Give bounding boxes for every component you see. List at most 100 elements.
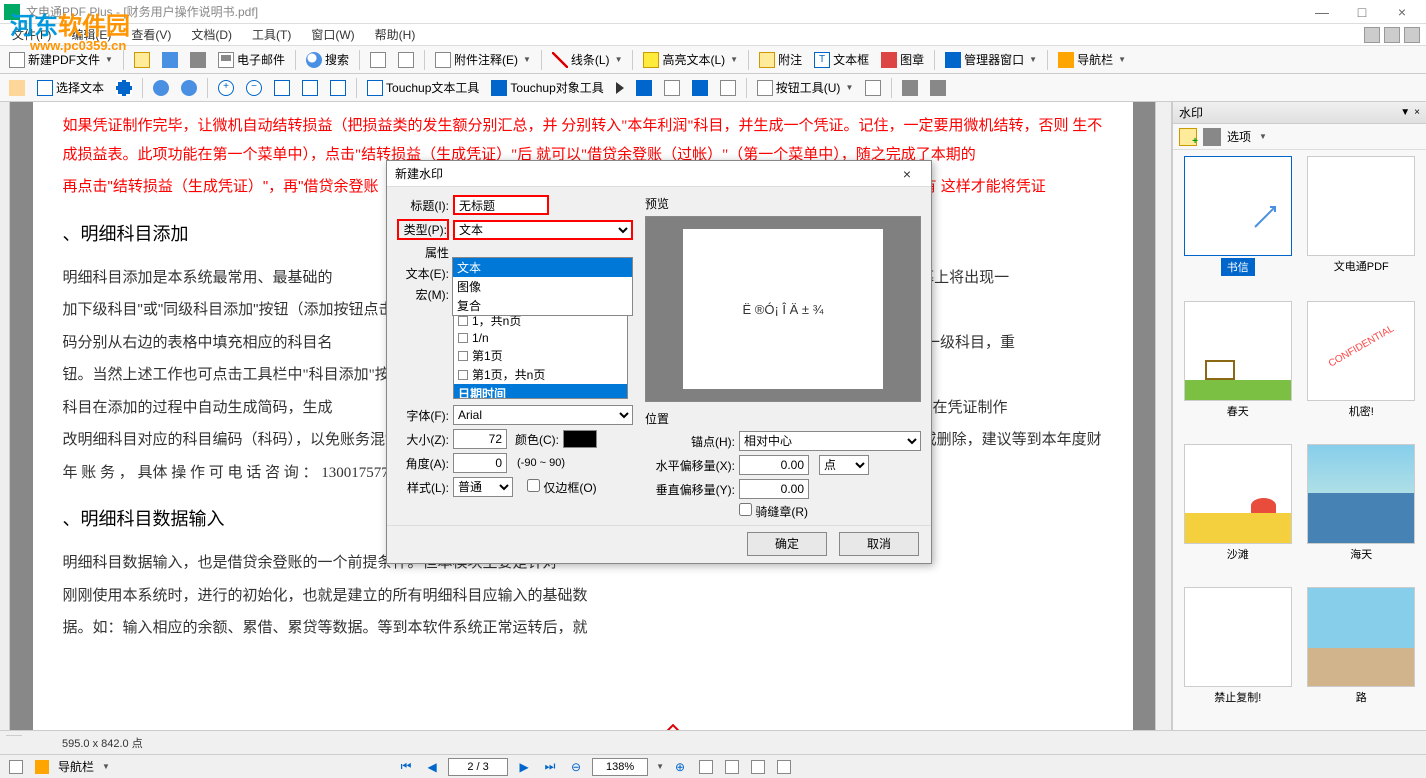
ok-button[interactable]: 确定 <box>747 532 827 556</box>
zoom-in[interactable] <box>213 76 239 100</box>
pin-icon[interactable]: ▼ <box>1400 107 1410 118</box>
touchup-object-tool[interactable]: Touchup对象工具 <box>486 76 608 100</box>
minimize-button[interactable]: — <box>1302 1 1342 23</box>
link-tool[interactable] <box>687 76 713 100</box>
fit-width[interactable] <box>325 76 351 100</box>
email-button[interactable]: 电子邮件 <box>213 48 290 72</box>
watermark-item[interactable]: 文电通PDF <box>1303 156 1421 295</box>
outline-checkbox-label[interactable]: 仅边框(O) <box>527 479 597 496</box>
pointer-tool[interactable] <box>611 76 629 100</box>
menu-help[interactable]: 帮助(H) <box>367 24 424 45</box>
font-select[interactable]: Arial <box>453 405 633 425</box>
options-label[interactable]: 选项 <box>1227 128 1251 145</box>
saddle-checkbox[interactable] <box>739 503 752 516</box>
hoffset-unit[interactable]: 点 <box>819 455 869 475</box>
cancel-button[interactable]: 取消 <box>839 532 919 556</box>
watermark-item[interactable]: 书信 <box>1179 156 1297 295</box>
print-button[interactable] <box>185 48 211 72</box>
close-button[interactable]: × <box>1382 1 1422 23</box>
first-page-button[interactable]: ⏮ <box>396 757 416 777</box>
menu-window[interactable]: 窗口(W) <box>303 24 362 45</box>
nav-button[interactable] <box>32 757 52 777</box>
watermark-item[interactable]: CONFIDENTIAL机密! <box>1303 301 1421 438</box>
maximize-button[interactable]: □ <box>1342 1 1382 23</box>
mdi-close-icon[interactable] <box>1404 27 1420 43</box>
outline-checkbox[interactable] <box>527 479 540 492</box>
saddle-checkbox-label[interactable]: 骑缝章(R) <box>739 503 808 520</box>
watermark-item[interactable]: 春天 <box>1179 301 1297 438</box>
save-button[interactable] <box>157 48 183 72</box>
anchor-select[interactable]: 相对中心 <box>739 431 921 451</box>
nav-panel-toggle[interactable] <box>6 757 26 777</box>
mdi-restore-icon[interactable] <box>1384 27 1400 43</box>
vertical-scrollbar[interactable] <box>1155 102 1171 730</box>
navbar-button[interactable]: 导航栏▼ <box>1053 48 1131 72</box>
hand-tool[interactable] <box>4 76 30 100</box>
watermark-item[interactable]: 沙滩 <box>1179 444 1297 581</box>
panel-window-button[interactable]: 管理器窗口▼ <box>940 48 1042 72</box>
title-input[interactable] <box>453 195 549 215</box>
dialog-titlebar[interactable]: 新建水印 × <box>387 161 931 187</box>
open-button[interactable] <box>129 48 155 72</box>
hoffset-input[interactable] <box>739 455 809 475</box>
form-tool[interactable] <box>860 76 886 100</box>
wrench-icon[interactable] <box>1203 128 1221 146</box>
stamp-button[interactable]: 图章 <box>876 48 929 72</box>
edit-tool-2[interactable] <box>659 76 685 100</box>
macro-item[interactable]: 第1页，共n页 <box>454 365 627 384</box>
close-panel-icon[interactable]: × <box>1414 107 1420 118</box>
textbox-button[interactable]: T文本框 <box>809 48 874 72</box>
lines-button[interactable]: 线条(L)▼ <box>547 48 628 72</box>
mdi-minimize-icon[interactable] <box>1364 27 1380 43</box>
zoom-out[interactable] <box>241 76 267 100</box>
add-watermark-icon[interactable] <box>1179 128 1197 146</box>
angle-input[interactable] <box>453 453 507 473</box>
edit-tool-1[interactable] <box>631 76 657 100</box>
actual-size[interactable] <box>269 76 295 100</box>
zoom-in-status[interactable]: ⊕ <box>670 757 690 777</box>
type-option-composite[interactable]: 复合 <box>453 296 632 315</box>
button-form-tool[interactable]: 按钮工具(U)▼ <box>752 76 859 100</box>
view-mode-2[interactable] <box>722 757 742 777</box>
type-option-text[interactable]: 文本 <box>453 258 632 277</box>
tool-b[interactable] <box>393 48 419 72</box>
highlight-button[interactable]: 高亮文本(L)▼ <box>638 48 743 72</box>
attach-comment-button[interactable]: 附件注释(E)▼ <box>430 48 536 72</box>
snapshot-tool[interactable] <box>111 76 137 100</box>
rotate-right[interactable] <box>176 76 202 100</box>
page-input[interactable] <box>448 758 508 776</box>
size-input[interactable] <box>453 429 507 449</box>
next-page-button[interactable]: ▶ <box>514 757 534 777</box>
macro-item[interactable]: 1/n <box>454 330 627 346</box>
menu-document[interactable]: 文档(D) <box>183 24 240 45</box>
zoom-out-status[interactable]: ⊖ <box>566 757 586 777</box>
paste-tool[interactable] <box>925 76 951 100</box>
color-swatch[interactable] <box>563 430 597 448</box>
note-button[interactable]: 附注 <box>754 48 807 72</box>
watermark-item[interactable]: 路 <box>1303 587 1421 724</box>
view-mode-3[interactable] <box>748 757 768 777</box>
last-page-button[interactable]: ⏭ <box>540 757 560 777</box>
tool-a[interactable] <box>365 48 391 72</box>
zoom-input[interactable] <box>592 758 648 776</box>
dialog-close-button[interactable]: × <box>891 166 923 182</box>
search-button[interactable]: 搜索 <box>301 48 354 72</box>
watermark-item[interactable]: 海天 <box>1303 444 1421 581</box>
movie-tool[interactable] <box>715 76 741 100</box>
menu-tools[interactable]: 工具(T) <box>244 24 299 45</box>
navbar-label[interactable]: 导航栏 <box>58 758 94 775</box>
rotate-left[interactable] <box>148 76 174 100</box>
horizontal-scrollbar[interactable] <box>6 735 22 751</box>
type-select[interactable]: 文本 <box>453 220 633 240</box>
view-mode-4[interactable] <box>774 757 794 777</box>
type-option-image[interactable]: 图像 <box>453 277 632 296</box>
style-select[interactable]: 普通 <box>453 477 513 497</box>
select-text-tool[interactable]: 选择文本 <box>32 76 109 100</box>
view-mode-1[interactable] <box>696 757 716 777</box>
fit-page[interactable] <box>297 76 323 100</box>
prev-page-button[interactable]: ◀ <box>422 757 442 777</box>
macro-item[interactable]: 第1页 <box>454 346 627 365</box>
menu-view[interactable]: 查看(V) <box>123 24 179 45</box>
touchup-text-tool[interactable]: Touchup文本工具 <box>362 76 484 100</box>
copy-tool[interactable] <box>897 76 923 100</box>
